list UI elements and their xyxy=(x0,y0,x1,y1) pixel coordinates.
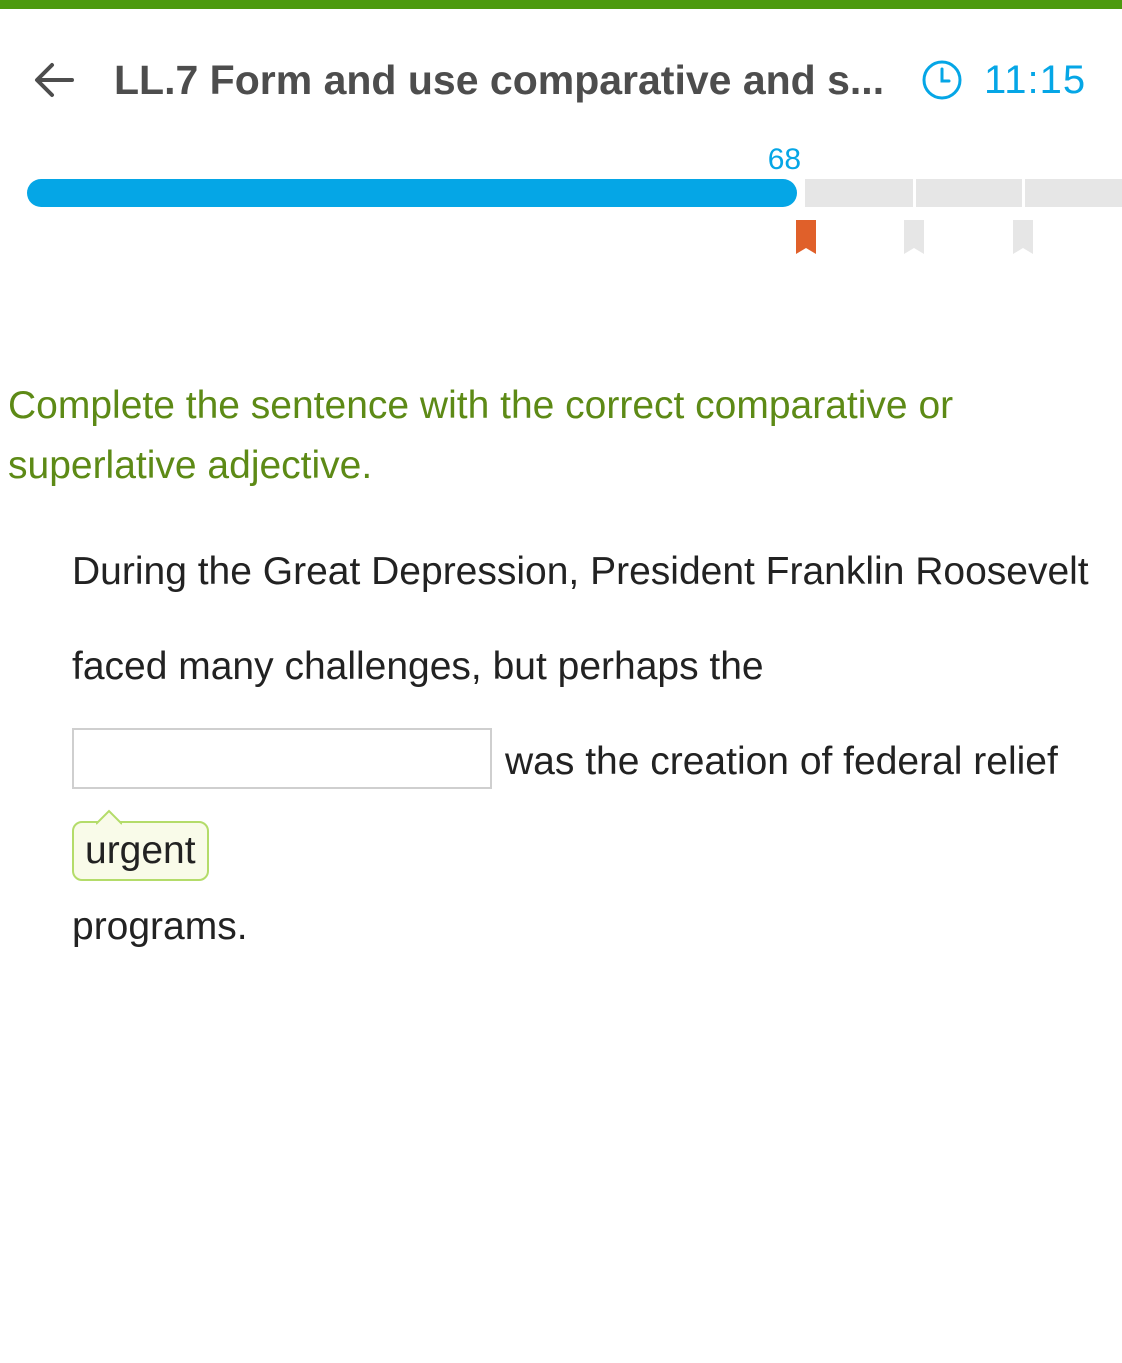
current-milestone-marker xyxy=(796,220,816,254)
sentence-line: faced many challenges, but perhaps the xyxy=(72,645,764,688)
progress-fill xyxy=(27,179,798,207)
sentence-line: During the Great Depression, President F… xyxy=(72,550,1089,593)
progress-track xyxy=(805,179,1122,207)
back-button[interactable] xyxy=(26,52,82,108)
progress-divider xyxy=(1022,179,1025,207)
smartscore-label: 68 xyxy=(767,143,802,176)
timer[interactable]: 11:15 xyxy=(920,54,1086,106)
milestone-marker xyxy=(1013,220,1033,254)
score-progress: 68 xyxy=(0,140,1122,270)
arrow-left-icon xyxy=(35,63,74,97)
header: LL.7 Form and use comparative and s... 1… xyxy=(0,40,1122,120)
milestone-marker xyxy=(904,220,924,254)
page-title: LL.7 Form and use comparative and s... xyxy=(114,57,885,103)
top-accent-bar xyxy=(0,0,1122,9)
progress-divider xyxy=(913,179,916,207)
hint-pointer xyxy=(96,809,122,825)
answer-input[interactable] xyxy=(72,728,492,789)
clock-icon xyxy=(922,60,962,100)
hint-word: urgent xyxy=(85,829,196,872)
question-prompt: Complete the sentence with the correct c… xyxy=(8,384,954,487)
adjective-hint: urgent xyxy=(72,809,209,881)
sentence-line: programs. xyxy=(72,905,248,948)
sentence-line: was the creation of federal relief xyxy=(505,740,1058,783)
timer-value: 11:15 xyxy=(984,57,1087,102)
